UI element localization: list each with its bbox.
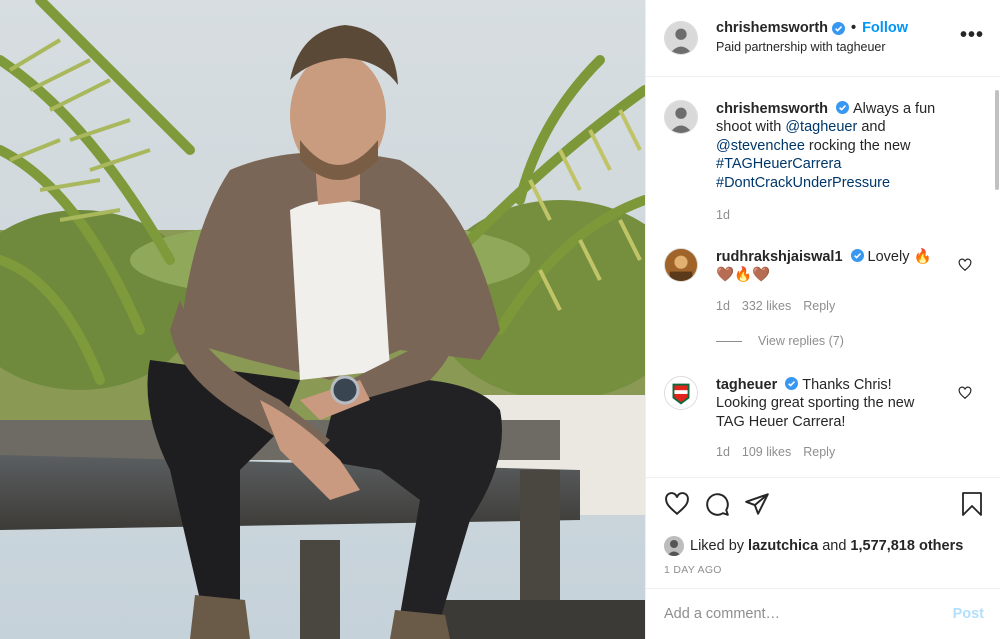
author-avatar[interactable] [664, 21, 698, 55]
comment-meta: 1d 332 likes Reply [716, 297, 946, 315]
like-heart-icon[interactable] [664, 491, 690, 517]
post-modal: chrishemsworth • Follow Paid partnership… [0, 0, 1000, 639]
commenter-avatar[interactable] [664, 248, 698, 282]
author-username[interactable]: chrishemsworth [716, 19, 828, 38]
comment-text: Lovely 🔥 [867, 249, 932, 265]
replies-divider [716, 340, 742, 342]
mention-link[interactable]: @stevenchee [716, 138, 805, 154]
avatar-image-icon [665, 22, 697, 54]
follow-button[interactable]: Follow [862, 19, 908, 38]
save-bookmark-icon[interactable] [960, 491, 984, 517]
like-comment-heart-icon[interactable] [958, 386, 972, 403]
post-time-ago[interactable]: 1 DAY AGO [664, 564, 984, 576]
comment-bubble-icon[interactable] [704, 491, 730, 517]
verified-badge-icon [785, 377, 799, 390]
comment-item: rudhrakshjaiswal1 Lovely 🔥 🤎🔥🤎 1d 332 like… [664, 248, 960, 315]
hashtag-link[interactable]: #DontCrackUnderPressure [716, 175, 890, 191]
comment-username[interactable]: tagheuer [716, 377, 777, 393]
caption: chrishemsworth Always a fun shoot with @t… [664, 100, 960, 224]
post-photo[interactable] [0, 0, 645, 639]
comment-username[interactable]: rudhrakshjaiswal1 [716, 249, 843, 265]
verified-badge-icon [832, 22, 845, 35]
view-replies-button[interactable]: View replies (7) [716, 334, 844, 348]
view-replies-label: View replies (7) [758, 334, 844, 348]
mention-link[interactable]: @tagheuer [785, 119, 857, 135]
comment-item: tagheuer Thanks Chris! Looking great spor… [664, 376, 960, 462]
comment-meta: 1d 109 likes Reply [716, 443, 946, 461]
avatar-image-icon [664, 536, 684, 556]
post-side-panel: chrishemsworth • Follow Paid partnership… [645, 0, 1000, 639]
partnership-label[interactable]: Paid partnership with tagheuer [716, 38, 908, 57]
avatar-image-icon [665, 249, 697, 281]
caption-body: chrishemsworth Always a fun shoot with @t… [716, 100, 946, 224]
caption-text: rocking the new [804, 137, 911, 154]
comment-likes[interactable]: 332 likes [742, 297, 791, 315]
comment-likes[interactable]: 109 likes [742, 443, 791, 461]
comment-age[interactable]: 1d [716, 297, 730, 315]
comment-age[interactable]: 1d [716, 443, 730, 461]
action-bar: Liked by lazutchica and 1,577,818 others… [646, 477, 1000, 588]
add-comment-input[interactable] [664, 606, 953, 622]
comments-scrollbar-thumb[interactable] [995, 90, 999, 190]
reply-button[interactable]: Reply [803, 443, 835, 461]
avatar-image-icon [665, 101, 697, 133]
verified-badge-icon [850, 249, 864, 262]
tag-heuer-logo-icon [665, 377, 697, 409]
add-comment-bar: Post [646, 588, 1000, 639]
comment-text-line2: 🤎🔥🤎 [716, 267, 771, 284]
commenter-avatar[interactable] [664, 376, 698, 410]
caption-meta: 1d [716, 206, 946, 224]
caption-avatar[interactable] [664, 100, 698, 134]
verified-badge-icon [836, 101, 849, 114]
others-count[interactable]: 1,577,818 others [850, 538, 963, 554]
caption-text: and [857, 119, 886, 136]
like-comment-heart-icon[interactable] [958, 258, 972, 275]
caption-age[interactable]: 1d [716, 206, 730, 224]
liker-username[interactable]: lazutchica [748, 538, 818, 554]
liked-by-middle: and [822, 538, 847, 554]
caption-username[interactable]: chrishemsworth [716, 101, 828, 117]
comments-list[interactable]: chrishemsworth Always a fun shoot with @t… [646, 78, 1000, 477]
hashtag-link[interactable]: #TAGHeuerCarrera [716, 156, 841, 172]
separator-dot: • [851, 20, 857, 36]
reply-button[interactable]: Reply [803, 297, 835, 315]
comment-body: tagheuer Thanks Chris! Looking great spor… [716, 376, 946, 462]
post-comment-button[interactable]: Post [953, 606, 984, 622]
share-paper-plane-icon[interactable] [744, 491, 770, 517]
comment-body: rudhrakshjaiswal1 Lovely 🔥 🤎🔥🤎 1d 332 like… [716, 248, 946, 315]
more-options-icon[interactable]: ••• [960, 25, 984, 45]
liker-avatar[interactable] [664, 536, 684, 556]
likes-summary: Liked by lazutchica and 1,577,818 others [664, 536, 984, 556]
post-header: chrishemsworth • Follow Paid partnership… [646, 0, 1000, 77]
action-icons [664, 478, 984, 530]
post-image [0, 0, 645, 639]
liked-by-prefix: Liked by [690, 538, 745, 554]
